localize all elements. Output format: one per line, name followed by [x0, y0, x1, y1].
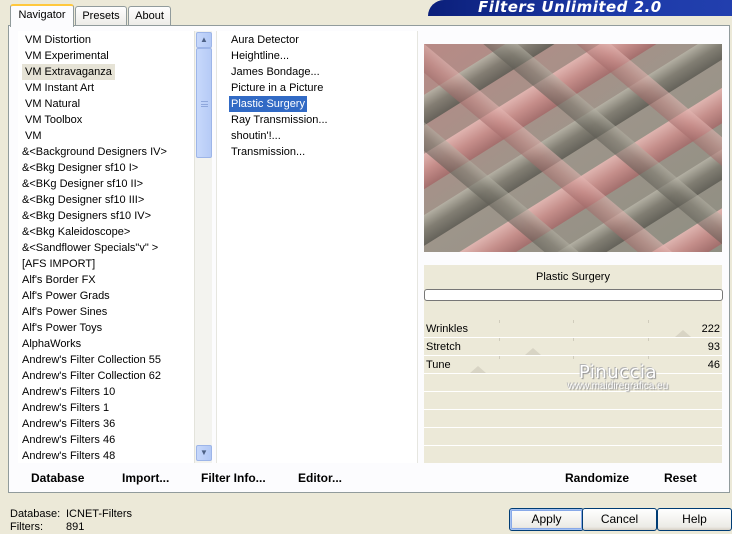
slider-thumb[interactable] — [675, 330, 692, 337]
database-info: Database: ICNET-Filters — [10, 508, 132, 520]
category-item[interactable]: Alf's Power Toys — [22, 320, 102, 336]
filters-info: Filters: 891 — [10, 521, 84, 533]
category-item[interactable]: VM Experimental — [22, 48, 112, 64]
category-item[interactable]: Andrew's Filter Collection 55 — [22, 352, 161, 368]
progress-bar — [424, 289, 723, 301]
slider-track[interactable] — [424, 338, 722, 356]
watermark: Pinuccia www.maidiregrafica.eu — [548, 362, 688, 392]
category-item[interactable]: AlphaWorks — [22, 336, 81, 352]
category-item[interactable]: &<Bkg Designer sf10 I> — [22, 160, 138, 176]
filter-list[interactable]: Aura Detector Heightline... James Bondage.… — [216, 31, 418, 463]
empty-control-row — [424, 393, 722, 410]
empty-control-row — [424, 429, 722, 446]
category-item[interactable]: Andrew's Filters 46 — [22, 432, 115, 448]
category-item[interactable]: Andrew's Filters 1 — [22, 400, 109, 416]
category-item[interactable]: &<Bkg Designer sf10 III> — [22, 192, 144, 208]
filter-item[interactable]: Plastic Surgery — [229, 96, 307, 112]
filter-item[interactable]: Transmission... — [229, 144, 307, 160]
preview-image — [424, 44, 722, 252]
category-item[interactable]: VM Instant Art — [22, 80, 97, 96]
filter-item[interactable]: Aura Detector — [229, 32, 301, 48]
apply-button[interactable]: Apply — [509, 508, 584, 531]
watermark-name: Pinuccia — [578, 362, 658, 383]
chevron-down-icon: ▼ — [200, 448, 208, 457]
slider-label: Stretch — [426, 341, 461, 353]
category-scrollbar[interactable]: ▲ ▼ — [194, 31, 212, 463]
slider-label: Wrinkles — [426, 323, 468, 335]
category-item[interactable]: &<BKg Designer sf10 II> — [22, 176, 143, 192]
category-item[interactable]: Alf's Power Sines — [22, 304, 107, 320]
slider-stretch[interactable]: Stretch 93 — [424, 338, 722, 356]
filter-item[interactable]: Ray Transmission... — [229, 112, 330, 128]
database-label: Database: — [10, 508, 61, 520]
current-filter-name: Plastic Surgery — [536, 271, 610, 283]
slider-thumb[interactable] — [469, 366, 486, 373]
randomize-button[interactable]: Randomize — [565, 470, 629, 486]
slider-tick — [498, 320, 500, 323]
scroll-up-button[interactable]: ▲ — [196, 32, 212, 48]
scroll-down-button[interactable]: ▼ — [196, 445, 212, 461]
database-button[interactable]: Database — [31, 470, 84, 486]
preview-pattern — [424, 44, 722, 252]
category-item[interactable]: &<Sandflower Specials"v" > — [22, 240, 158, 256]
category-item[interactable]: Andrew's Filter Collection 62 — [22, 368, 161, 384]
category-item[interactable]: VM Distortion — [22, 32, 94, 48]
slider-tick — [647, 356, 649, 359]
category-item[interactable]: &<Bkg Designers sf10 IV> — [22, 208, 151, 224]
category-item[interactable]: Andrew's Filters 48 — [22, 448, 115, 463]
filter-item[interactable]: James Bondage... — [229, 64, 322, 80]
filter-info-button[interactable]: Filter Info... — [201, 470, 266, 486]
category-item[interactable]: VM Natural — [22, 96, 83, 112]
category-item[interactable]: &<Bkg Kaleidoscope> — [22, 224, 130, 240]
slider-tick — [573, 320, 574, 323]
cancel-button[interactable]: Cancel — [582, 508, 657, 531]
import-button[interactable]: Import... — [122, 470, 169, 486]
editor-button[interactable]: Editor... — [298, 470, 342, 486]
category-item[interactable]: Andrew's Filters 36 — [22, 416, 115, 432]
category-item[interactable]: Alf's Border FX — [22, 272, 96, 288]
tab-navigator[interactable]: Navigator — [10, 4, 74, 27]
slider-tick — [498, 356, 500, 359]
scroll-thumb[interactable] — [196, 48, 212, 158]
tab-presets[interactable]: Presets — [75, 6, 127, 26]
category-item[interactable]: VM Extravaganza — [22, 64, 115, 80]
category-item[interactable]: [AFS IMPORT] — [22, 256, 95, 272]
chevron-up-icon: ▲ — [200, 35, 208, 44]
tab-about[interactable]: About — [128, 6, 171, 26]
slider-tick — [573, 338, 574, 341]
slider-label: Tune — [426, 359, 451, 371]
slider-tick — [647, 320, 649, 323]
category-item[interactable]: Andrew's Filters 10 — [22, 384, 115, 400]
category-item[interactable]: Alf's Power Grads — [22, 288, 110, 304]
slider-tick — [647, 338, 649, 341]
slider-value: 93 — [707, 341, 720, 353]
slider-tick — [498, 338, 500, 341]
filters-count: 891 — [66, 521, 85, 533]
app-title-banner: Filters Unlimited 2.0 — [428, 0, 732, 16]
category-item[interactable]: VM Toolbox — [22, 112, 85, 128]
category-item[interactable]: VM — [22, 128, 45, 144]
category-list[interactable]: VM Distortion VM Experimental VM Extravaga… — [18, 31, 212, 463]
slider-tick — [573, 356, 574, 359]
filter-item[interactable]: Picture in a Picture — [229, 80, 325, 96]
help-button[interactable]: Help — [657, 508, 732, 531]
filter-item[interactable]: Heightline... — [229, 48, 291, 64]
slider-track[interactable] — [424, 320, 722, 338]
filters-label: Filters: — [10, 521, 43, 533]
slider-thumb[interactable] — [524, 348, 541, 355]
slider-wrinkles[interactable]: Wrinkles 222 — [424, 320, 722, 338]
watermark-site: www.maidiregrafica.eu — [567, 381, 669, 392]
slider-value: 46 — [707, 359, 720, 371]
reset-button[interactable]: Reset — [664, 470, 697, 486]
slider-value: 222 — [701, 323, 720, 335]
category-item[interactable]: &<Background Designers IV> — [22, 144, 167, 160]
grip-icon — [201, 101, 208, 107]
filter-item[interactable]: shoutin'!... — [229, 128, 283, 144]
empty-control-row — [424, 411, 722, 428]
database-value: ICNET-Filters — [66, 508, 132, 520]
